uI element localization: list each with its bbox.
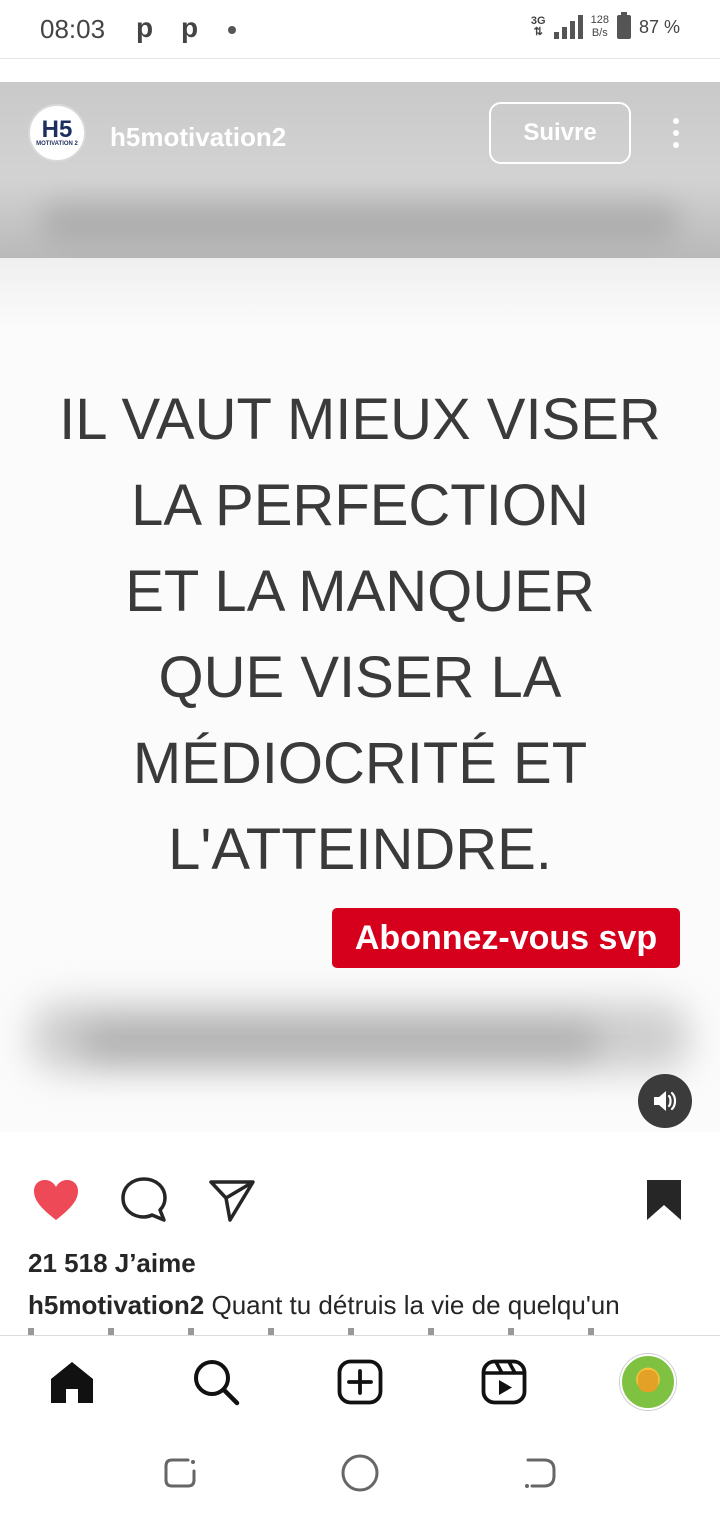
network-type: 3G ⇅ — [530, 15, 546, 38]
notification-p-icon: p — [136, 12, 154, 43]
post-caption: h5motivation2 Quant tu détruis la vie de… — [28, 1290, 620, 1321]
media-fade — [0, 258, 720, 328]
create-icon — [337, 1359, 383, 1405]
data-rate: 128 B/s — [590, 14, 609, 39]
quote-text: IL VAUT MIEUX VISER LA PERFECTION ET LA … — [0, 377, 720, 893]
post-actions — [0, 1170, 720, 1234]
battery-icon — [616, 12, 631, 39]
comment-button[interactable] — [114, 1170, 174, 1230]
subscribe-badge: Abonnez-vous svp — [332, 908, 680, 968]
bookmark-icon — [647, 1180, 681, 1220]
quote-line: QUE VISER LA — [158, 645, 562, 710]
nav-profile[interactable] — [620, 1354, 676, 1410]
bottom-nav — [0, 1335, 720, 1428]
notification-dot-icon — [228, 26, 236, 34]
reels-icon — [481, 1359, 527, 1405]
profile-avatar — [620, 1354, 676, 1410]
notification-p-icon: p — [181, 12, 199, 43]
save-button[interactable] — [634, 1170, 694, 1230]
speaker-icon — [654, 1091, 677, 1111]
quote-line: LA PERFECTION — [131, 473, 589, 538]
caption-text: Quant tu détruis la vie de quelqu'un — [204, 1290, 620, 1320]
status-time: 08:03 — [40, 14, 106, 44]
back-icon — [525, 1458, 556, 1488]
post-media[interactable]: H5 MOTIVATION 2 h5motivation2 Suivre IL … — [0, 82, 720, 1132]
sound-toggle-button[interactable] — [638, 1074, 692, 1128]
nav-home[interactable] — [44, 1354, 100, 1410]
caption-username[interactable]: h5motivation2 — [28, 1290, 204, 1320]
like-button[interactable] — [26, 1170, 86, 1230]
system-nav-bar — [0, 1427, 720, 1520]
home-icon — [51, 1362, 93, 1403]
recent-apps-icon — [164, 1458, 196, 1488]
recent-apps-button[interactable] — [160, 1453, 200, 1493]
nav-reels[interactable] — [476, 1354, 532, 1410]
back-button[interactable] — [520, 1453, 560, 1493]
author-username[interactable]: h5motivation2 — [110, 122, 286, 153]
more-options-icon[interactable] — [668, 118, 684, 152]
author-avatar[interactable]: H5 MOTIVATION 2 — [28, 104, 86, 162]
search-icon — [194, 1360, 240, 1406]
home-circle-icon — [341, 1454, 379, 1492]
share-button[interactable] — [202, 1170, 262, 1230]
home-system-button[interactable] — [340, 1453, 380, 1493]
blurred-text — [80, 1022, 600, 1062]
avatar-logo-subtext: MOTIVATION 2 — [36, 141, 78, 147]
nav-search[interactable] — [188, 1354, 244, 1410]
status-bar: 08:03 p p 3G ⇅ 128 B/s 87 % — [0, 0, 720, 59]
comment-icon — [121, 1177, 167, 1222]
quote-line: MÉDIOCRITÉ ET — [132, 731, 588, 796]
heart-icon — [34, 1180, 78, 1220]
signal-icon — [553, 15, 583, 39]
quote-line: ET LA MANQUER — [125, 559, 595, 624]
quote-line: L'ATTEINDRE. — [168, 817, 552, 882]
avatar-logo-text: H5 — [41, 116, 73, 143]
quote-line: IL VAUT MIEUX VISER — [59, 387, 661, 452]
blurred-text — [40, 202, 680, 242]
nav-create[interactable] — [332, 1354, 388, 1410]
follow-button[interactable]: Suivre — [489, 102, 631, 164]
battery-percent: 87 % — [638, 16, 680, 37]
send-icon — [209, 1180, 255, 1222]
like-count[interactable]: 21 518 J’aime — [28, 1248, 196, 1279]
